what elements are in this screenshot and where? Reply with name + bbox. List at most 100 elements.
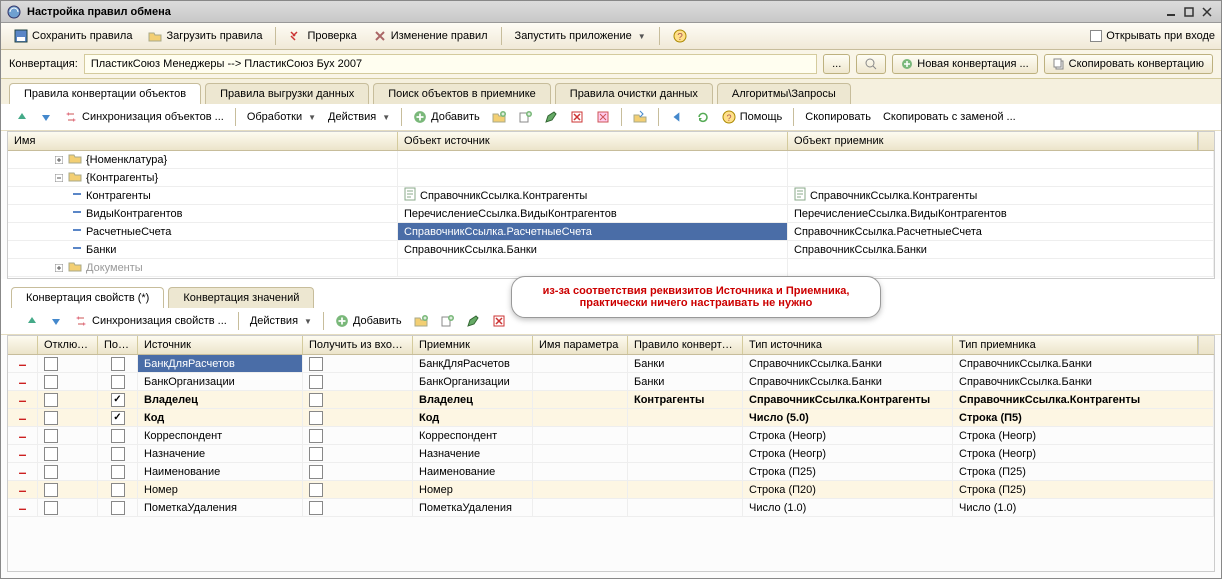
tree-row[interactable]: КонтрагентыСправочникСсылка.КонтрагентыС…: [8, 187, 1214, 205]
lower-col-source-type[interactable]: Тип источника: [743, 336, 953, 354]
sync-objects-button[interactable]: Синхронизация объектов ...: [59, 107, 229, 127]
lower-col-rule[interactable]: Правило конверта...: [628, 336, 743, 354]
close-button[interactable]: [1199, 5, 1215, 19]
save-rules-button[interactable]: Сохранить правила: [7, 26, 139, 46]
expander-icon[interactable]: [54, 263, 64, 273]
add-lower-button[interactable]: Добавить: [330, 311, 407, 331]
move-down-button[interactable]: [35, 108, 57, 126]
checkbox-icon[interactable]: [309, 357, 323, 371]
minimize-button[interactable]: [1163, 5, 1179, 19]
checkbox-icon[interactable]: [44, 375, 58, 389]
move-up-button[interactable]: [11, 108, 33, 126]
edit-button[interactable]: [539, 107, 563, 127]
add-folder-lower-button[interactable]: [409, 311, 433, 331]
checkbox-icon[interactable]: [309, 429, 323, 443]
checkbox-icon[interactable]: [44, 357, 58, 371]
table-row[interactable]: –БанкДляРасчетовБанкДляРасчетовБанкиСпра…: [8, 355, 1214, 373]
checkbox-icon[interactable]: [309, 375, 323, 389]
checkbox-icon[interactable]: [309, 393, 323, 407]
checkbox-icon[interactable]: [309, 501, 323, 515]
checkbox-icon[interactable]: [111, 501, 125, 515]
table-row[interactable]: –НаименованиеНаименованиеСтрока (П25)Стр…: [8, 463, 1214, 481]
tree-row[interactable]: ВидыКонтрагентовПеречислениеСсылка.ВидыК…: [8, 205, 1214, 223]
checkbox-icon[interactable]: [44, 501, 58, 515]
lower-col-disabled[interactable]: Отключи...: [38, 336, 98, 354]
checkbox-icon[interactable]: [111, 447, 125, 461]
checkbox-icon[interactable]: [309, 411, 323, 425]
checkbox-icon[interactable]: [111, 393, 125, 407]
table-row[interactable]: –НомерНомерСтрока (П20)Строка (П25): [8, 481, 1214, 499]
check-button[interactable]: Проверка: [282, 26, 363, 46]
checkbox-icon[interactable]: [111, 411, 125, 425]
checkbox-icon[interactable]: [309, 465, 323, 479]
refresh-button[interactable]: [691, 107, 715, 127]
maximize-button[interactable]: [1181, 5, 1197, 19]
lower-col-destination[interactable]: Приемник: [413, 336, 533, 354]
add-folder-button[interactable]: [487, 107, 511, 127]
processings-button[interactable]: Обработки▼: [242, 108, 321, 126]
tab-object-rules[interactable]: Правила конвертации объектов: [9, 83, 201, 104]
tree-row[interactable]: {Контрагенты}: [8, 169, 1214, 187]
copy-replace-button[interactable]: Скопировать с заменой ...: [878, 108, 1021, 126]
move-up-lower-button[interactable]: [21, 312, 43, 330]
move-to-folder-button[interactable]: [628, 107, 652, 127]
add-copy-button[interactable]: [513, 107, 537, 127]
conversion-clear-button[interactable]: [856, 54, 886, 74]
delete-lower-button[interactable]: [487, 311, 511, 331]
tree-row[interactable]: РасчетныеСчетаСправочникСсылка.Расчетные…: [8, 223, 1214, 241]
run-app-button[interactable]: Запустить приложение ▼: [508, 27, 653, 45]
checkbox-icon[interactable]: [44, 411, 58, 425]
new-conversion-button[interactable]: Новая конвертация ...: [892, 54, 1037, 74]
move-down-lower-button[interactable]: [45, 312, 67, 330]
checkbox-icon[interactable]: [111, 465, 125, 479]
copy-conversion-button[interactable]: Скопировать конвертацию: [1044, 54, 1213, 74]
checkbox-icon[interactable]: [111, 429, 125, 443]
expander-icon[interactable]: [54, 155, 64, 165]
checkbox-icon[interactable]: [309, 447, 323, 461]
actions-lower-button[interactable]: Действия▼: [245, 312, 317, 330]
checkbox-icon[interactable]: [111, 483, 125, 497]
lower-col-marker[interactable]: [8, 336, 38, 354]
checkbox-icon[interactable]: [44, 465, 58, 479]
conversion-field[interactable]: ПластикСоюз Менеджеры --> ПластикСоюз Бу…: [84, 54, 817, 74]
checkbox-icon[interactable]: [44, 429, 58, 443]
checkbox-icon[interactable]: [44, 393, 58, 407]
upper-col-source[interactable]: Объект источник: [398, 132, 788, 150]
tree-row[interactable]: БанкиСправочникСсылка.БанкиСправочникСсы…: [8, 241, 1214, 259]
tab-search[interactable]: Поиск объектов в приемнике: [373, 83, 551, 104]
upper-scrollbar[interactable]: [1198, 132, 1214, 150]
tree-row[interactable]: {Номенклатура}: [8, 151, 1214, 169]
table-row[interactable]: –КорреспондентКорреспондентСтрока (Неогр…: [8, 427, 1214, 445]
lower-scrollbar[interactable]: [1198, 336, 1214, 354]
expander-icon[interactable]: [54, 173, 64, 183]
table-row[interactable]: –ПометкаУдаленияПометкаУдаленияЧисло (1.…: [8, 499, 1214, 517]
help-upper-button[interactable]: ? Помощь: [717, 107, 788, 127]
lower-col-get-from-input[interactable]: Получить из вход...: [303, 336, 413, 354]
checkbox-icon[interactable]: [44, 447, 58, 461]
prev-button[interactable]: [665, 107, 689, 127]
mark-delete-button[interactable]: [591, 107, 615, 127]
tree-row[interactable]: Документы: [8, 259, 1214, 277]
lower-col-find[interactable]: Пои...: [98, 336, 138, 354]
checkbox-icon[interactable]: [44, 483, 58, 497]
load-rules-button[interactable]: Загрузить правила: [141, 26, 269, 46]
change-rules-button[interactable]: Изменение правил: [366, 26, 495, 46]
tab-property-conversion[interactable]: Конвертация свойств (*): [11, 287, 164, 308]
sync-properties-button[interactable]: Синхронизация свойств ...: [69, 311, 232, 331]
actions-upper-button[interactable]: Действия▼: [323, 108, 395, 126]
table-row[interactable]: –БанкОрганизацииБанкОрганизацииБанкиСпра…: [8, 373, 1214, 391]
delete-upper-button[interactable]: [565, 107, 589, 127]
tab-export-rules[interactable]: Правила выгрузки данных: [205, 83, 369, 104]
table-row[interactable]: –ВладелецВладелецКонтрагентыСправочникСс…: [8, 391, 1214, 409]
add-copy-lower-button[interactable]: [435, 311, 459, 331]
checkbox-icon[interactable]: [111, 357, 125, 371]
tab-value-conversion[interactable]: Конвертация значений: [168, 287, 314, 308]
help-button[interactable]: ?: [666, 26, 694, 46]
checkbox-icon[interactable]: [309, 483, 323, 497]
tab-algorithms[interactable]: Алгоритмы\Запросы: [717, 83, 851, 104]
upper-col-destination[interactable]: Объект приемник: [788, 132, 1198, 150]
lower-col-destination-type[interactable]: Тип приемника: [953, 336, 1198, 354]
lower-col-source[interactable]: Источник: [138, 336, 303, 354]
copy-rule-button[interactable]: Скопировать: [800, 108, 876, 126]
open-on-start-checkbox[interactable]: Открывать при входе: [1090, 30, 1215, 42]
